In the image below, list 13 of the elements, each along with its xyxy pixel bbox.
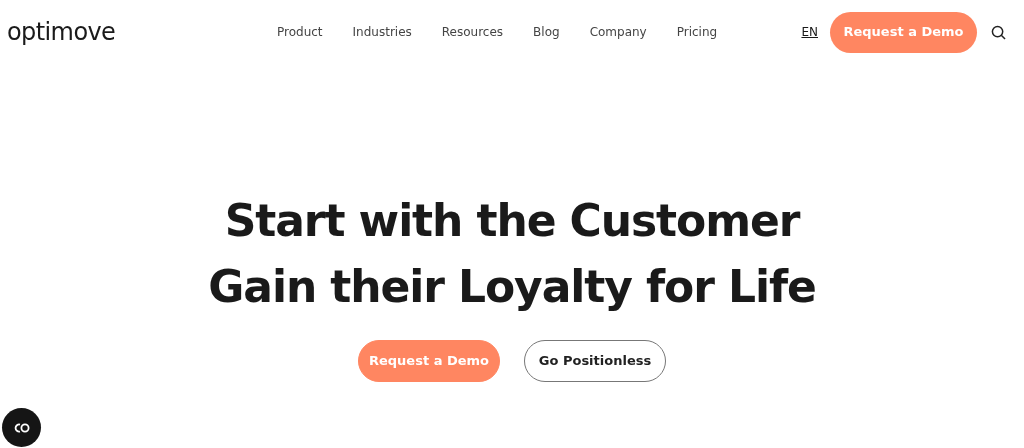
nav-link[interactable]: Product <box>277 23 323 41</box>
chat-widget-button[interactable] <box>2 408 41 447</box>
nav-link[interactable]: Pricing <box>676 23 718 41</box>
headline: Gain their Loyalty for Life <box>208 260 816 314</box>
nav-link[interactable]: Industries <box>352 23 412 41</box>
nav-link[interactable]: Resources <box>441 23 504 41</box>
search-icon[interactable] <box>991 24 1006 40</box>
go-positionless-button[interactable]: Go Positionless <box>524 340 666 382</box>
language-link[interactable]: EN <box>801 23 818 41</box>
nav-link[interactable]: Blog <box>533 23 560 41</box>
headline: Start with the Customer <box>224 194 800 248</box>
nav-link[interactable]: Company <box>589 23 647 41</box>
logo[interactable]: optimove <box>7 14 267 50</box>
